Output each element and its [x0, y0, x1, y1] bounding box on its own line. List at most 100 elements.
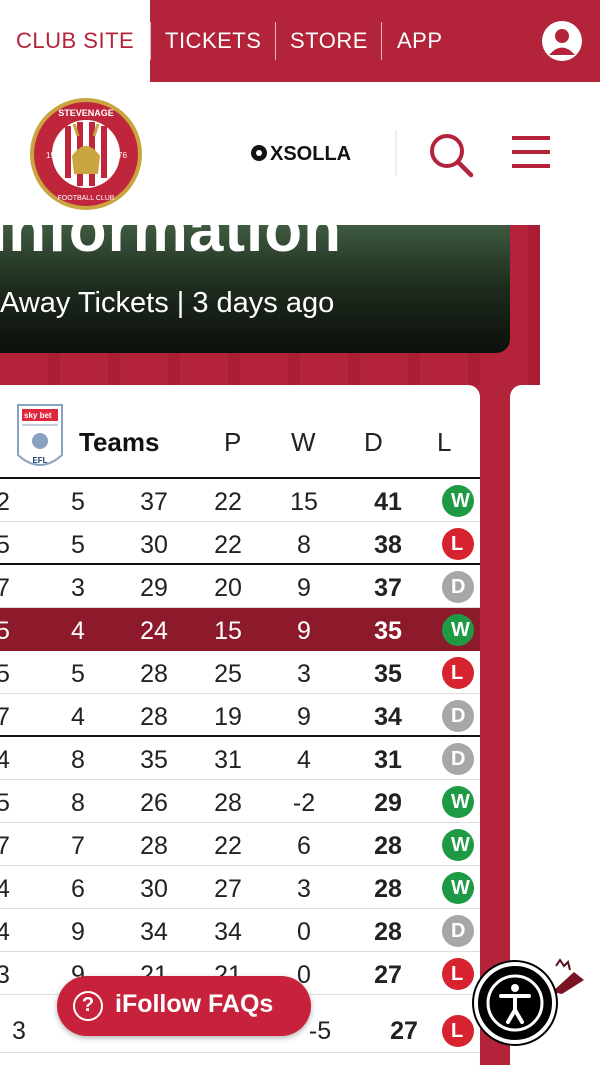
- table-cell: 3: [0, 961, 10, 989]
- table-cell: 25: [214, 660, 242, 688]
- table-cell-points: 31: [374, 746, 402, 774]
- table-cell: 5: [0, 789, 10, 817]
- ifollow-faqs-button[interactable]: ? iFollow FAQs: [57, 976, 311, 1036]
- svg-text:STEVENAGE: STEVENAGE: [58, 108, 114, 118]
- form-badge: D: [442, 571, 474, 603]
- table-cell: 7: [71, 832, 85, 860]
- form-badge: D: [442, 743, 474, 775]
- table-cell: 28: [140, 660, 168, 688]
- nav-divider: [150, 22, 151, 60]
- table-cell: 34: [214, 918, 242, 946]
- table-cell: 24: [140, 617, 168, 645]
- table-cell-points: 27: [390, 1017, 418, 1045]
- form-badge: W: [442, 872, 474, 904]
- table-cell: -2: [292, 789, 316, 817]
- table-cell-points: 28: [374, 832, 402, 860]
- table-cell-points: 29: [374, 789, 402, 817]
- svg-text:sky bet: sky bet: [24, 411, 52, 420]
- hero-side-panel: [540, 225, 600, 385]
- table-cell: 30: [140, 875, 168, 903]
- table-cell-points: 28: [374, 875, 402, 903]
- table-cell: 5: [0, 660, 10, 688]
- table-cell-points: 38: [374, 531, 402, 559]
- table-cell: 5: [71, 488, 85, 516]
- form-badge: W: [442, 829, 474, 861]
- nav-divider: [275, 22, 276, 60]
- nav-store[interactable]: STORE: [290, 28, 368, 54]
- table-cell: 28: [140, 832, 168, 860]
- table-cell: 8: [297, 531, 311, 559]
- col-teams[interactable]: Teams: [79, 427, 159, 458]
- accessibility-button[interactable]: [474, 962, 556, 1044]
- table-cell-points: 27: [374, 961, 402, 989]
- table-cell: 20: [214, 574, 242, 602]
- table-row[interactable]: 2 5 37 22 15 41 W: [0, 479, 480, 522]
- form-badge: W: [442, 485, 474, 517]
- table-cell: 4: [0, 918, 10, 946]
- sky-bet-league-one-efl-logo: sky bet EFL: [17, 404, 63, 466]
- nav-divider: [381, 22, 382, 60]
- form-badge: L: [442, 528, 474, 560]
- form-badge: W: [442, 786, 474, 818]
- table-cell-points: 34: [374, 703, 402, 731]
- table-cell: 9: [297, 617, 311, 645]
- table-cell: 5: [71, 660, 85, 688]
- table-cell: 27: [214, 875, 242, 903]
- table-row[interactable]: 7 3 29 20 9 37 D: [0, 565, 480, 608]
- table-cell: 28: [140, 703, 168, 731]
- table-cell: 6: [297, 832, 311, 860]
- club-crest-icon[interactable]: STEVENAGE FOOTBALL CLUB 19 76: [28, 96, 144, 212]
- search-icon[interactable]: [428, 132, 474, 178]
- table-row[interactable]: 5 8 26 28 -2 29 W: [0, 780, 480, 823]
- accessibility-icon: [486, 974, 544, 1032]
- hamburger-menu-icon[interactable]: [512, 134, 550, 170]
- question-circle-icon: ?: [73, 991, 103, 1021]
- table-row[interactable]: 7 7 28 22 6 28 W: [0, 823, 480, 866]
- col-lost[interactable]: L: [437, 427, 451, 458]
- table-cell: 5: [71, 531, 85, 559]
- col-played[interactable]: P: [224, 427, 241, 458]
- table-cell-points: 41: [374, 488, 402, 516]
- table-cell: 22: [214, 488, 242, 516]
- table-cell: 37: [140, 488, 168, 516]
- table-cell: 22: [214, 832, 242, 860]
- news-card[interactable]: Information Away Tickets | 3 days ago: [0, 225, 510, 353]
- table-row[interactable]: 5 5 28 25 3 35 L: [0, 651, 480, 694]
- table-row[interactable]: 7 4 28 19 9 34 D: [0, 694, 480, 737]
- ifollow-faqs-label: iFollow FAQs: [115, 990, 274, 1018]
- table-cell: 5: [0, 531, 10, 559]
- table-row[interactable]: 5 5 30 22 8 38 L: [0, 522, 480, 565]
- table-cell: 9: [71, 918, 85, 946]
- table-header: sky bet EFL Teams P W D L: [0, 385, 480, 479]
- nav-tickets[interactable]: TICKETS: [165, 28, 261, 54]
- svg-text:FOOTBALL CLUB: FOOTBALL CLUB: [58, 195, 115, 202]
- table-row[interactable]: 4 8 35 31 4 31 D: [0, 737, 480, 780]
- table-cell: 4: [297, 746, 311, 774]
- table-row[interactable]: 4 9 34 34 0 28 D: [0, 909, 480, 952]
- table-cell: 3: [12, 1017, 26, 1045]
- col-won[interactable]: W: [291, 427, 316, 458]
- table-cell: 15: [290, 488, 318, 516]
- table-cell: 22: [214, 531, 242, 559]
- sponsor-logo[interactable]: XSOLLA: [250, 140, 365, 166]
- user-icon[interactable]: [541, 20, 583, 62]
- table-cell: 28: [214, 789, 242, 817]
- nav-club-site[interactable]: CLUB SITE: [0, 0, 150, 82]
- site-header: STEVENAGE FOOTBALL CLUB 19 76 XSOLLA: [0, 82, 600, 225]
- league-table: sky bet EFL Teams P W D L 2 5 37 22 15 41 W 5 5 3…: [0, 385, 480, 1065]
- table-row[interactable]: 5 4 24 15 9 35 W: [0, 608, 480, 651]
- col-drawn[interactable]: D: [364, 427, 383, 458]
- table-cell: 4: [0, 746, 10, 774]
- table-cell: 4: [0, 875, 10, 903]
- table-cell: 7: [0, 574, 10, 602]
- table-cell: 0: [297, 918, 311, 946]
- table-cell: 4: [71, 617, 85, 645]
- table-cell: 5: [0, 617, 10, 645]
- table-row[interactable]: 4 6 30 27 3 28 W: [0, 866, 480, 909]
- table-cell: 7: [0, 703, 10, 731]
- news-title: Information: [0, 225, 342, 265]
- table-cell: 9: [297, 574, 311, 602]
- table-cell: 2: [0, 488, 10, 516]
- nav-app[interactable]: APP: [397, 28, 443, 54]
- table-cell-points: 35: [374, 660, 402, 688]
